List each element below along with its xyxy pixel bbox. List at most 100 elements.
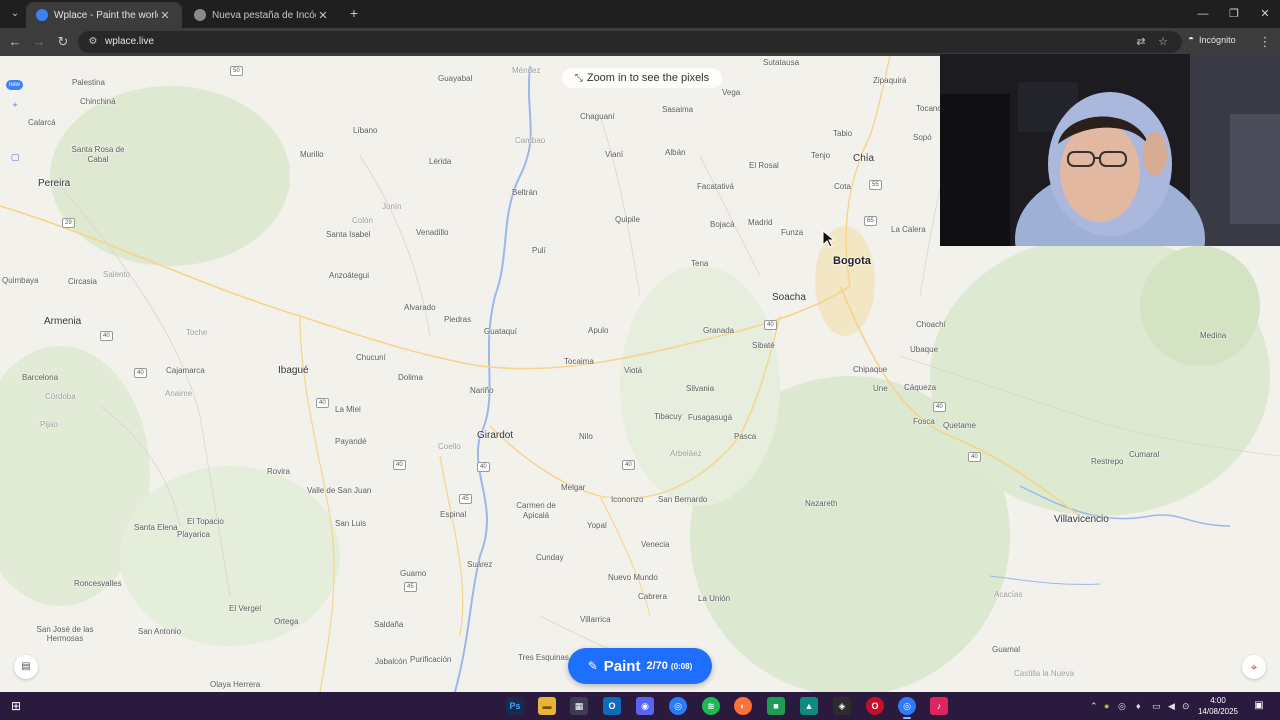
tray-overflow-icon[interactable]: ⌃ xyxy=(1090,699,1098,713)
place-label: Tena xyxy=(691,259,709,268)
clock-date: 14/08/2025 xyxy=(1197,707,1239,716)
place-label: Viotá xyxy=(624,366,643,375)
place-label: Tres Esquinas xyxy=(518,653,569,662)
translate-icon[interactable]: ⇄ xyxy=(1134,35,1148,49)
place-label: Bojacá xyxy=(710,220,735,229)
place-label: Villarrica xyxy=(580,615,611,624)
road-shield: 40 xyxy=(933,402,946,412)
bookmark-star-icon[interactable]: ☆ xyxy=(1156,35,1170,49)
place-label: Santa Elena xyxy=(134,523,178,532)
place-label: Calarcá xyxy=(28,118,56,127)
chrome-active-icon[interactable]: ◎ xyxy=(898,697,916,719)
place-label: Sopó xyxy=(913,133,932,142)
tiktok-icon[interactable]: ♪ xyxy=(930,697,948,715)
minimize-icon[interactable]: — xyxy=(1188,4,1218,24)
green-app-icon[interactable]: ■ xyxy=(767,697,785,715)
tray-app-icon[interactable]: ◎ xyxy=(1118,699,1126,713)
place-label: Payandé xyxy=(335,437,367,446)
place-label: Suárez xyxy=(467,560,493,569)
tray-app-icon[interactable]: ● xyxy=(1104,699,1109,713)
place-label: Sasaima xyxy=(662,105,694,114)
place-label: Saldaña xyxy=(374,620,404,629)
place-label: Cunday xyxy=(536,553,564,562)
place-label: Chinchiná xyxy=(80,97,116,106)
chat-icon[interactable]: ▢ xyxy=(10,152,20,162)
place-label: Ubaque xyxy=(910,345,939,354)
display-icon[interactable]: ▭ xyxy=(1152,699,1161,713)
place-label: Pasca xyxy=(734,432,757,441)
firefox-icon[interactable]: ◐ xyxy=(734,697,752,715)
outlook-icon[interactable]: O xyxy=(603,697,621,715)
close-tab-icon[interactable]: ✕ xyxy=(316,9,330,22)
road-shield: 40 xyxy=(134,368,147,378)
window-close-icon[interactable]: ✕ xyxy=(1250,4,1280,24)
tab-wplace[interactable]: Wplace - Paint the world ✕ xyxy=(26,2,182,28)
tray-app-icon[interactable]: ⊙ xyxy=(1182,699,1190,713)
teal-app-icon[interactable]: ▲ xyxy=(800,697,818,715)
place-label: Arbeláez xyxy=(670,449,702,458)
dark-app-icon[interactable]: ◈ xyxy=(833,697,851,715)
spotify-icon[interactable]: ≋ xyxy=(702,697,720,715)
place-label: Armenia xyxy=(44,316,82,327)
place-label: Cabrera xyxy=(638,592,667,601)
place-label: Anaime xyxy=(165,389,193,398)
forward-icon[interactable]: → xyxy=(30,33,48,51)
place-label: Chucuní xyxy=(356,353,386,362)
place-label: Apulo xyxy=(588,326,609,335)
notifications-icon[interactable]: ▣ xyxy=(1252,699,1266,713)
place-label: San Antonio xyxy=(138,627,182,636)
microphone-icon[interactable]: ♦ xyxy=(1136,699,1141,713)
tab-title: Nueva pestaña de Incógnito xyxy=(212,9,316,21)
place-label: Santa Rosa de Cabal xyxy=(71,145,125,164)
place-label: Fosca xyxy=(913,417,935,426)
opera-icon[interactable]: O xyxy=(866,697,884,715)
taskbar-clock[interactable]: 4:00 14/08/2025 xyxy=(1196,695,1240,717)
paint-button[interactable]: ✎ Paint 2/70 (0:08) xyxy=(568,648,712,684)
place-label: San Bernardo xyxy=(658,495,708,504)
new-tab-button[interactable]: + xyxy=(346,5,362,21)
tab-title: Wplace - Paint the world xyxy=(54,9,158,21)
discord-icon[interactable]: ◉ xyxy=(636,697,654,715)
place-label: La Calera xyxy=(891,225,926,234)
new-badge[interactable]: new xyxy=(6,80,24,90)
streamer-webcam-image xyxy=(940,54,1280,246)
place-label: Coello xyxy=(438,442,461,451)
incognito-indicator[interactable]: ◓ Incógnito xyxy=(1188,34,1236,45)
road-shield: 45 xyxy=(404,582,417,592)
place-label: Valle de San Juan xyxy=(307,486,372,495)
apps-icon[interactable]: ▦ xyxy=(570,697,588,715)
address-bar[interactable]: ⚙ wplace.live ⇄ ☆ xyxy=(78,31,1182,53)
tab-search-icon[interactable]: ⌄ xyxy=(6,5,24,23)
photoshop-icon[interactable]: Ps xyxy=(506,697,524,715)
paint-timer: (0:08) xyxy=(670,661,693,671)
place-label: Murillo xyxy=(300,150,324,159)
restore-icon[interactable]: ❐ xyxy=(1219,4,1249,24)
place-label: Castilla la Nueva xyxy=(1014,669,1075,678)
place-label: Salento xyxy=(103,270,131,279)
place-label: Une xyxy=(873,384,888,393)
windows-start-icon[interactable]: ⊞ xyxy=(8,698,24,714)
place-label: Acacías xyxy=(994,590,1023,599)
file-explorer-icon[interactable]: ▬ xyxy=(538,697,556,715)
place-label: Espinal xyxy=(440,510,467,519)
close-tab-icon[interactable]: ✕ xyxy=(158,9,172,22)
chrome-icon[interactable]: ◎ xyxy=(669,697,687,715)
place-label: Méndez xyxy=(512,66,541,75)
tab-incognito[interactable]: Nueva pestaña de Incógnito ✕ xyxy=(184,2,340,28)
place-label: Rovira xyxy=(267,467,291,476)
volume-icon[interactable]: ◀ xyxy=(1168,699,1175,713)
place-label: Vega xyxy=(722,88,741,97)
road-shield: 40 xyxy=(393,460,406,470)
locate-me-icon[interactable]: ⌖ xyxy=(1242,655,1266,679)
menu-kebab-icon[interactable]: ⋮ xyxy=(1256,33,1274,51)
place-label: Soacha xyxy=(772,292,806,303)
layers-icon[interactable]: ▤ xyxy=(14,655,38,679)
reload-icon[interactable]: ↻ xyxy=(54,33,72,51)
incognito-favicon-icon xyxy=(194,9,206,21)
site-info-icon[interactable]: ⚙ xyxy=(86,35,100,49)
place-label: Silvania xyxy=(686,384,715,393)
place-label: Cajamarca xyxy=(166,366,205,375)
back-icon[interactable]: ← xyxy=(6,33,24,51)
place-label: La Mlel xyxy=(335,405,361,414)
plus-icon[interactable]: + xyxy=(10,100,20,110)
